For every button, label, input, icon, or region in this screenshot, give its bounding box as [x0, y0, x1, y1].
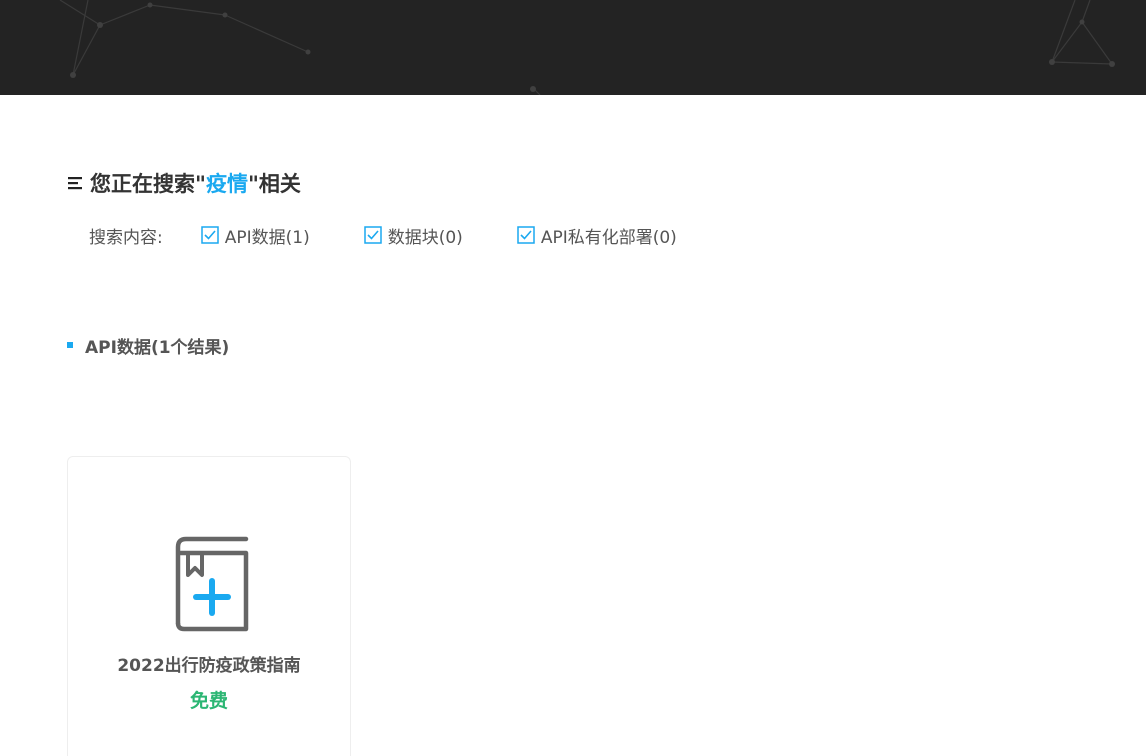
filter-option-api-private-deploy[interactable]: API私有化部署(0)	[517, 223, 677, 248]
checkbox-checked-icon[interactable]	[200, 226, 219, 244]
search-title-prefix: 您正在搜索"	[90, 172, 206, 196]
page: 您正在搜索" 疫情 "相关 搜索内容: API数据(1) 数据块(0) API私有化…	[0, 0, 1146, 756]
checkbox-checked-icon[interactable]	[517, 226, 535, 244]
filter-label: 搜索内容:	[89, 227, 163, 248]
section-bullet-icon	[67, 342, 73, 348]
search-filter-row: 搜索内容: API数据(1) 数据块(0) API私有化部署(0)	[89, 222, 677, 248]
header-banner	[0, 0, 1146, 95]
filter-option-label: API私有化部署(0)	[540, 227, 677, 248]
filter-option-api-data[interactable]: API数据(1)	[200, 223, 310, 248]
book-plus-icon	[175, 536, 249, 632]
network-decoration-icon	[59, 0, 1115, 95]
search-keyword: 疫情	[205, 172, 248, 196]
section-heading: API数据(1个结果)	[67, 333, 230, 358]
result-card[interactable]: 2022出行防疫政策指南 免费	[67, 456, 351, 756]
search-title: 您正在搜索" 疫情 "相关	[67, 168, 301, 198]
section-title: API数据(1个结果)	[85, 337, 230, 358]
list-icon	[68, 177, 82, 190]
search-title-suffix: "相关	[247, 172, 301, 196]
filter-option-label: API数据(1)	[224, 227, 310, 248]
card-price: 免费	[189, 690, 228, 712]
filter-option-data-block[interactable]: 数据块(0)	[363, 223, 463, 248]
filter-option-label: 数据块(0)	[387, 227, 463, 248]
checkbox-checked-icon[interactable]	[363, 226, 382, 244]
card-title[interactable]: 2022出行防疫政策指南	[68, 651, 350, 676]
